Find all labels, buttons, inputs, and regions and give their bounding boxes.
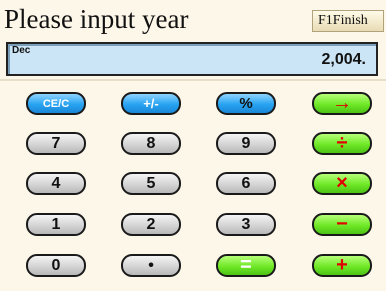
- page-title: Please input year: [4, 4, 189, 34]
- divider: [0, 79, 386, 81]
- display-value: 2,004.: [321, 51, 366, 68]
- equals-button[interactable]: =: [216, 254, 276, 277]
- multiply-button[interactable]: ×: [312, 172, 372, 195]
- digit-0-button[interactable]: 0: [26, 254, 86, 277]
- mode-indicator: Dec: [12, 45, 31, 56]
- divide-button[interactable]: ÷: [312, 132, 372, 155]
- calculator-display: Dec 2,004.: [6, 42, 378, 76]
- digit-6-button[interactable]: 6: [216, 172, 276, 195]
- digit-4-button[interactable]: 4: [26, 172, 86, 195]
- digit-2-button[interactable]: 2: [121, 213, 181, 236]
- minus-button[interactable]: −: [312, 213, 372, 236]
- digit-1-button[interactable]: 1: [26, 213, 86, 236]
- plus-button[interactable]: +: [312, 254, 372, 277]
- finish-button[interactable]: F1Finish: [312, 10, 384, 32]
- digit-8-button[interactable]: 8: [121, 132, 181, 155]
- digit-3-button[interactable]: 3: [216, 213, 276, 236]
- digit-5-button[interactable]: 5: [121, 172, 181, 195]
- title-bar: Please input year F1Finish: [0, 0, 386, 40]
- percent-button[interactable]: %: [216, 92, 276, 115]
- digit-7-button[interactable]: 7: [26, 132, 86, 155]
- digit-9-button[interactable]: 9: [216, 132, 276, 155]
- sign-toggle-button[interactable]: +/-: [121, 92, 181, 115]
- backspace-button[interactable]: →: [312, 92, 372, 115]
- clear-entry-button[interactable]: CE/C: [26, 92, 86, 115]
- decimal-point-button[interactable]: •: [121, 254, 181, 277]
